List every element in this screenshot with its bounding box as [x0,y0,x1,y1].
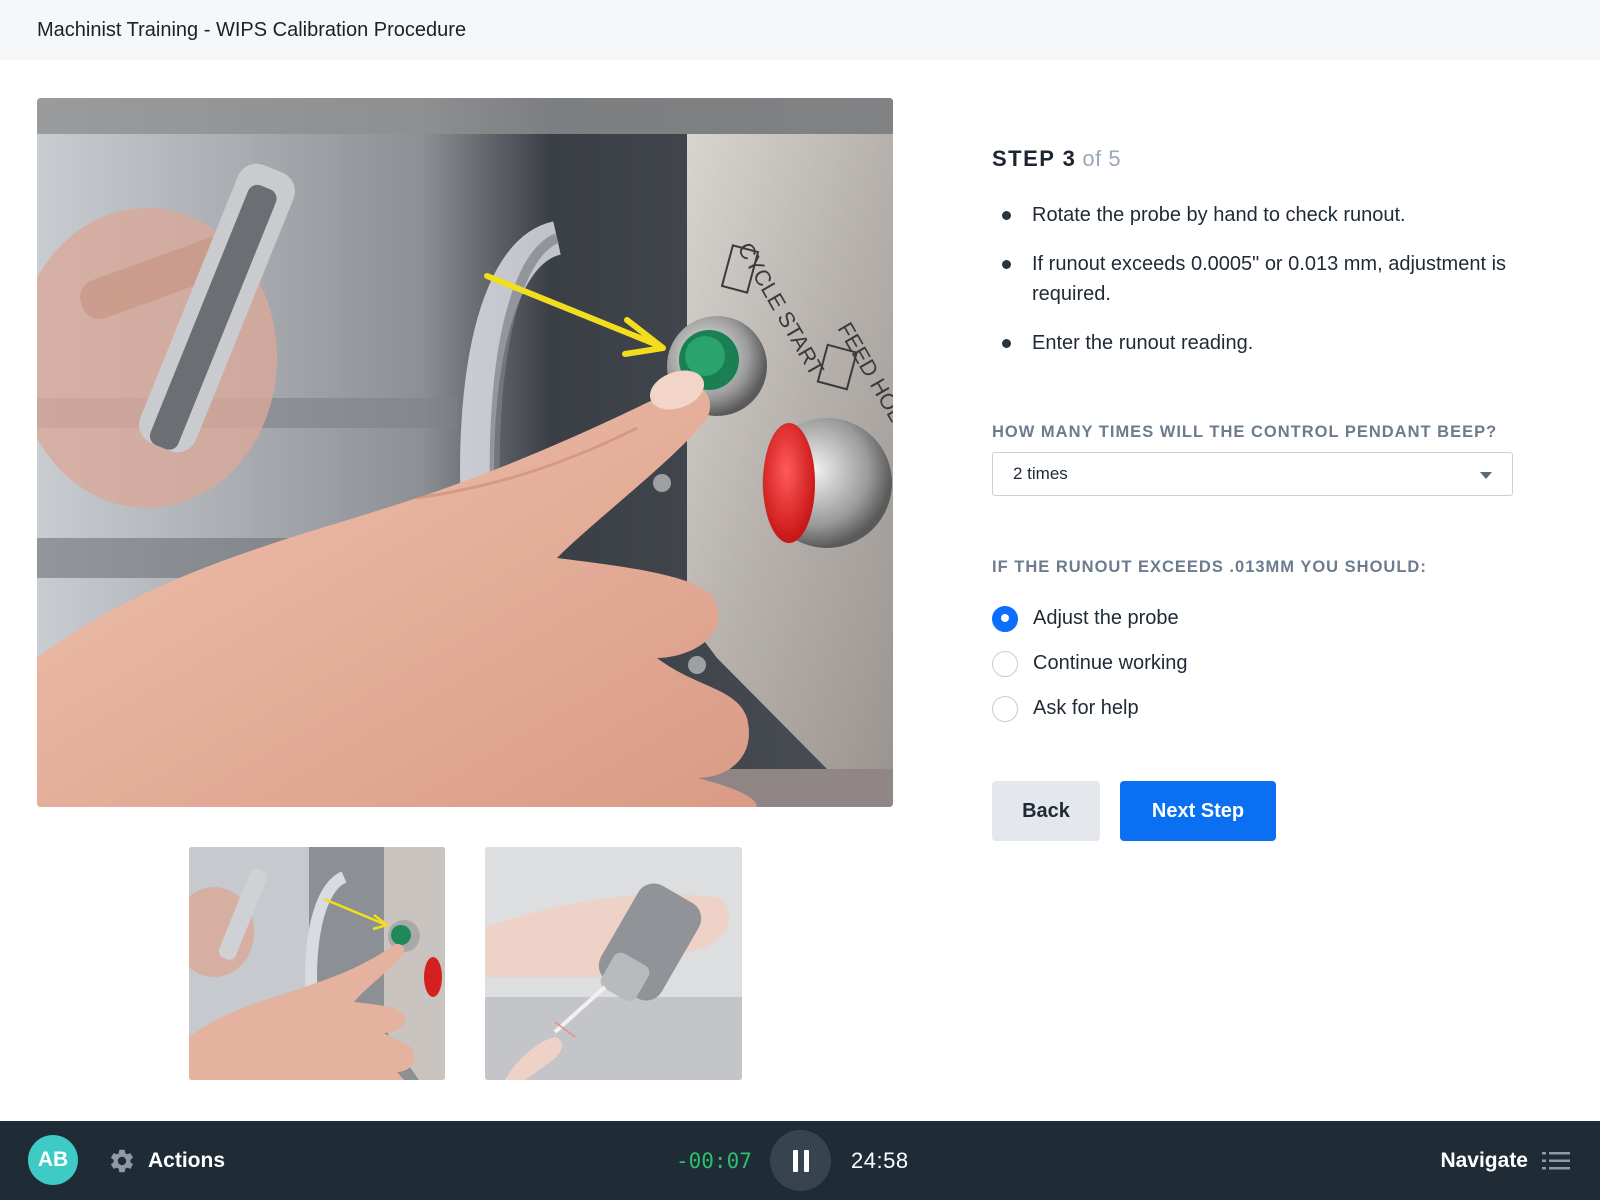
beep-count-select[interactable]: 2 times [992,452,1513,496]
probe-in-hand-photo [485,847,742,1080]
bullet-icon [1002,260,1011,269]
runout-radio-group: Adjust the probe Continue working Ask fo… [992,596,1188,731]
instruction-text: If runout exceeds 0.0005" or 0.013 mm, a… [1032,253,1507,305]
cycle-start-button-photo [189,847,445,1080]
radio-button[interactable] [992,650,1018,677]
navigate-button[interactable]: Navigate [1440,1121,1570,1200]
radio-label: Ask for help [1033,697,1139,719]
bullet-icon [1002,211,1011,220]
step-instructions: Rotate the probe by hand to check runout… [1002,200,1562,377]
next-step-button[interactable]: Next Step [1120,781,1276,841]
pause-icon [803,1149,809,1172]
radio-label: Adjust the probe [1033,607,1179,629]
avatar[interactable]: AB [28,1135,78,1185]
instruction-item: If runout exceeds 0.0005" or 0.013 mm, a… [1002,249,1562,309]
step-timer: -00:07 [676,1148,752,1173]
pause-icon [792,1149,798,1172]
instruction-text: Rotate the probe by hand to check runout… [1032,204,1406,226]
radio-option-continue[interactable]: Continue working [992,641,1188,686]
list-icon [1542,1151,1570,1169]
radio-button[interactable] [992,605,1018,632]
question-runout-label: IF THE RUNOUT EXCEEDS .013MM YOU SHOULD: [992,558,1427,576]
chevron-down-icon [1480,472,1492,479]
actions-label: Actions [148,1148,226,1172]
step-number: STEP 3 [992,146,1077,171]
bullet-icon [1002,339,1011,348]
select-value: 2 times [1013,464,1068,483]
back-button[interactable]: Back [992,781,1100,841]
step-heading: STEP 3 of 5 [992,146,1121,172]
app-header: Machinist Training - WIPS Calibration Pr… [0,0,1600,60]
radio-option-ask-help[interactable]: Ask for help [992,686,1188,731]
radio-label: Continue working [1033,652,1188,674]
question-beep-label: HOW MANY TIMES WILL THE CONTROL PENDANT … [992,423,1498,441]
thumbnail-cycle-start[interactable] [189,847,445,1080]
main-step-image: CYCLE START FEED HOLD [37,98,893,807]
total-timer: 24:58 [851,1147,909,1173]
page-title: Machinist Training - WIPS Calibration Pr… [37,18,467,41]
instruction-item: Rotate the probe by hand to check runout… [1002,200,1562,230]
thumbnail-probe-in-hand[interactable] [485,847,742,1080]
radio-option-adjust[interactable]: Adjust the probe [992,596,1188,641]
radio-button[interactable] [992,695,1018,722]
navigate-label: Navigate [1440,1148,1528,1172]
step-total: of 5 [1082,146,1122,171]
instruction-item: Enter the runout reading. [1002,328,1562,358]
instruction-text: Enter the runout reading. [1032,332,1254,354]
pause-button[interactable] [770,1130,831,1191]
cycle-start-button-photo: CYCLE START FEED HOLD [37,98,893,807]
footer-bar: AB Actions -00:07 24:58 Navigate [0,1121,1600,1200]
gear-icon [111,1149,133,1172]
actions-menu-button[interactable]: Actions [108,1121,225,1200]
